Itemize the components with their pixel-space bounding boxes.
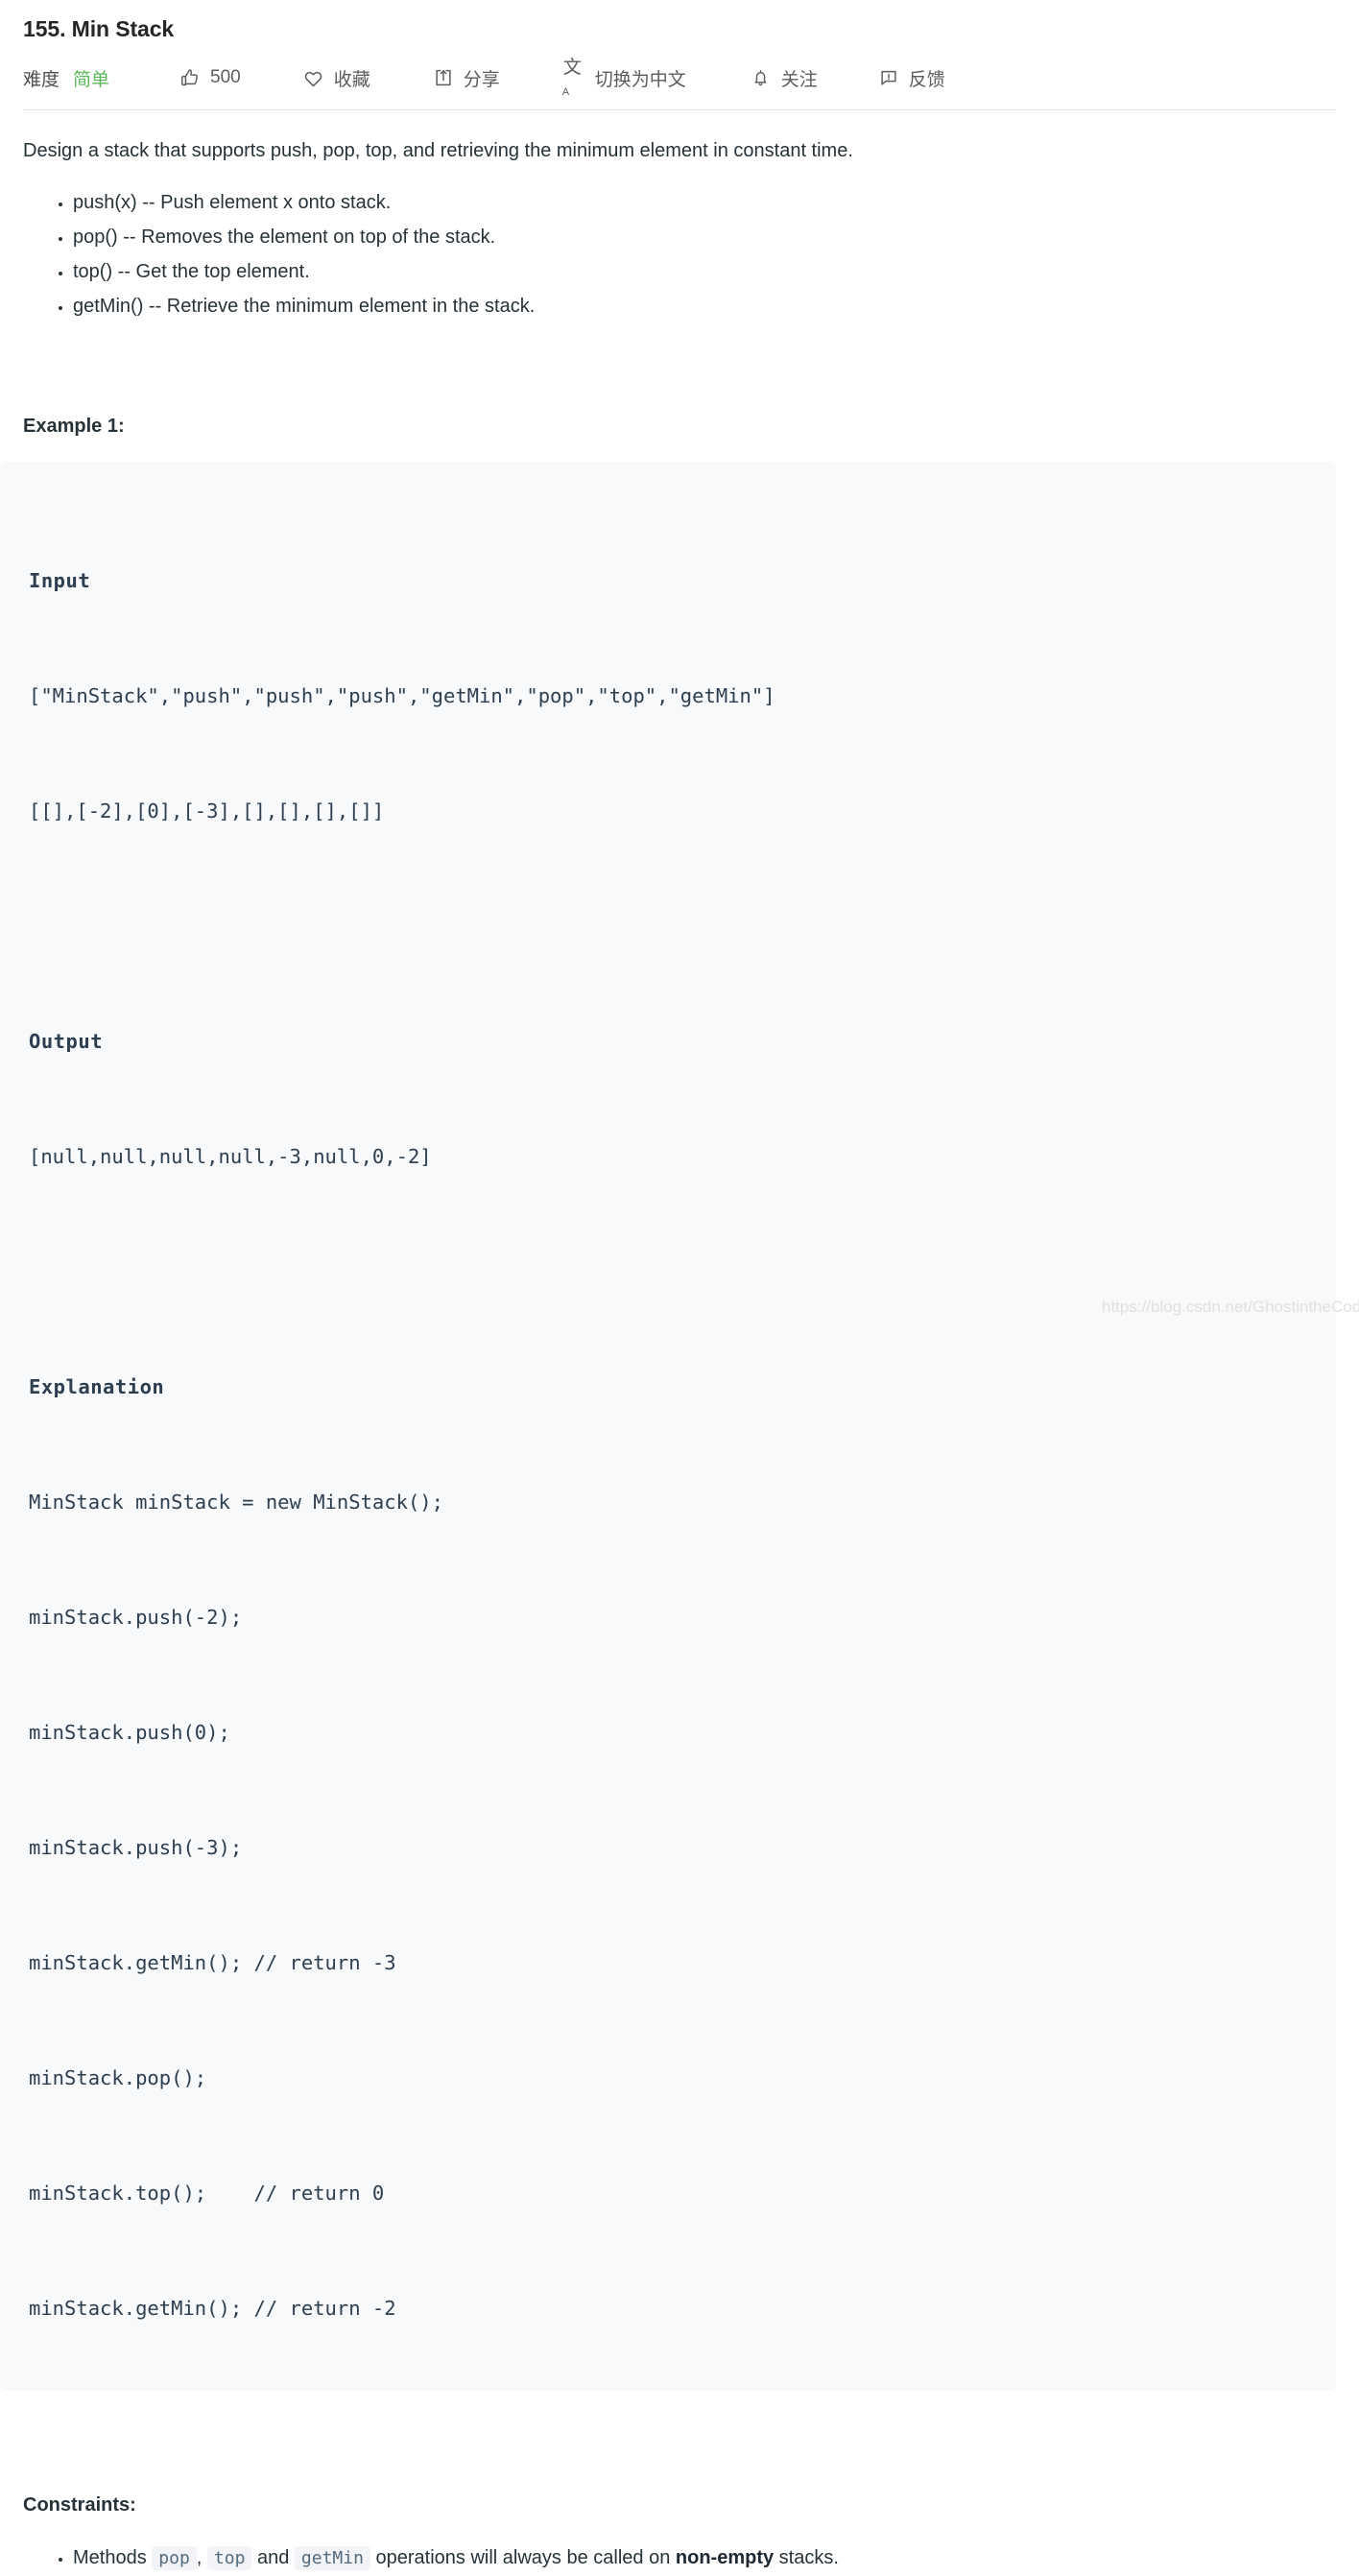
constraint-middle: operations will always be called on [370, 2547, 676, 2568]
list-item: pop() -- Removes the element on top of t… [73, 220, 1336, 254]
translate-button[interactable]: 文A 切换为中文 [561, 58, 686, 98]
constraints-section: Constraints: Methods pop, top and getMin… [0, 2494, 1359, 2575]
difficulty-indicator: 难度 简单 [23, 65, 109, 91]
explanation-line: minStack.pop(); [29, 2066, 207, 2089]
constraint-bold: non-empty [675, 2547, 775, 2568]
input-line: ["MinStack","push","push","push","getMin… [29, 684, 775, 707]
problem-toolbar: 难度 简单 500 收藏 分享 文A 切换为中文 关注 反馈 [23, 58, 1336, 98]
list-item: push(x) -- Push element x onto stack. [73, 185, 1336, 220]
feedback-icon [877, 66, 900, 89]
explanation-line: MinStack minStack = new MinStack(); [29, 1491, 443, 1514]
constraint-list: Methods pop, top and getMin operations w… [23, 2541, 1336, 2575]
list-item: top() -- Get the top element. [73, 254, 1336, 289]
explanation-label: Explanation [29, 1375, 165, 1398]
explanation-line: minStack.top(); // return 0 [29, 2182, 385, 2205]
constraint-suffix: stacks. [774, 2547, 839, 2568]
explanation-line: minStack.getMin(); // return -2 [29, 2297, 396, 2320]
list-item: getMin() -- Retrieve the minimum element… [73, 289, 1336, 323]
explanation-line: minStack.getMin(); // return -3 [29, 1951, 396, 1974]
heart-icon [302, 66, 325, 89]
follow-label: 关注 [780, 69, 818, 90]
follow-button[interactable]: 关注 [750, 65, 818, 91]
difficulty-value: 简单 [73, 69, 110, 90]
translate-label: 切换为中文 [594, 69, 686, 90]
output-label: Output [29, 1030, 104, 1053]
output-line: [null,null,null,null,-3,null,0,-2] [29, 1145, 432, 1168]
constraint-prefix: Methods [73, 2547, 153, 2568]
favorite-button[interactable]: 收藏 [302, 65, 370, 91]
share-icon [432, 66, 455, 89]
code-spacer [29, 1252, 1336, 1291]
explanation-line: minStack.push(-2); [29, 1606, 243, 1629]
page-header: 155. Min Stack 难度 简单 500 收藏 分享 文A 切换为中文 … [0, 0, 1359, 98]
constraint-and: and [251, 2547, 295, 2568]
share-button[interactable]: 分享 [432, 65, 500, 91]
inline-code-pop: pop [152, 2546, 197, 2570]
problem-content: Design a stack that supports push, pop, … [0, 137, 1359, 438]
feedback-button[interactable]: 反馈 [877, 65, 945, 91]
example-code-block: Input ["MinStack","push","push","push","… [0, 462, 1336, 2391]
inline-code-top: top [206, 2546, 252, 2570]
input-line: [[],[-2],[0],[-3],[],[],[],[]] [29, 799, 385, 823]
explanation-line: minStack.push(-3); [29, 1836, 243, 1859]
thumbs-up-icon [179, 66, 202, 89]
like-count: 500 [210, 67, 241, 87]
constraints-heading: Constraints: [23, 2494, 136, 2516]
translate-icon: 文A [561, 58, 582, 98]
page-title: 155. Min Stack [23, 16, 175, 41]
header-divider [23, 109, 1336, 110]
difficulty-label: 难度 [23, 69, 60, 90]
feedback-label: 反馈 [908, 69, 945, 90]
method-list: push(x) -- Push element x onto stack. po… [23, 185, 1336, 323]
code-spacer [29, 907, 1336, 945]
description-intro: Design a stack that supports push, pop, … [23, 140, 853, 161]
like-button[interactable]: 500 [179, 66, 241, 89]
example-heading: Example 1: [23, 416, 125, 437]
inline-code-getmin: getMin [294, 2546, 370, 2570]
list-item: Methods pop, top and getMin operations w… [73, 2541, 1336, 2575]
bell-icon [750, 66, 773, 89]
favorite-label: 收藏 [333, 69, 370, 90]
share-label: 分享 [463, 69, 500, 90]
input-label: Input [29, 569, 91, 592]
explanation-line: minStack.push(0); [29, 1721, 230, 1744]
constraint-comma: , [196, 2547, 203, 2568]
